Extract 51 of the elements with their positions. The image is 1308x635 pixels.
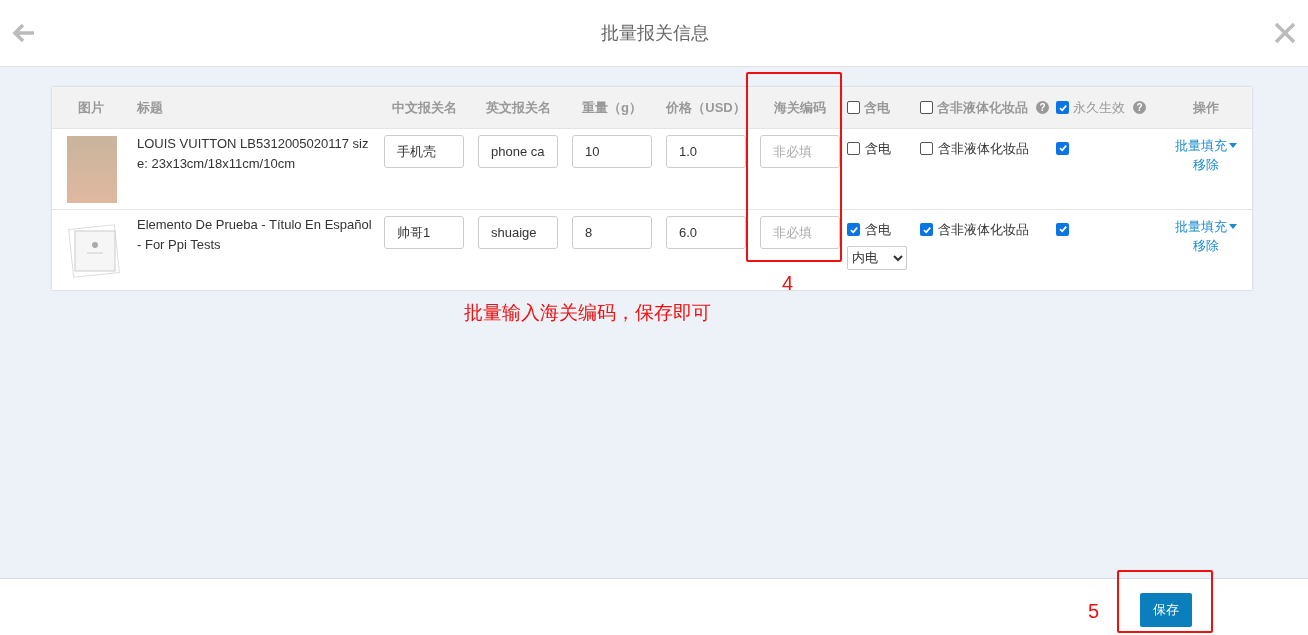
column-header: 海关编码 [774,99,826,115]
checkbox[interactable] [920,223,933,237]
help-icon: ? [1036,101,1049,114]
column-header: 标题 [137,99,163,115]
annotation-number: 5 [1088,599,1100,624]
input-field[interactable]: 非必填 [760,216,840,249]
dialog-title: 批量报关信息 [601,21,709,45]
input-field[interactable]: shuaige [478,216,558,249]
save-button[interactable]: 保存 [1140,593,1192,627]
caret-icon [1229,224,1237,229]
column-header: 操作 [1193,99,1219,115]
checkbox[interactable] [847,223,860,237]
column-header: 英文报关名 [485,99,551,115]
caret-icon [1229,143,1237,148]
input-field[interactable]: 手机壳 [384,135,464,168]
help-icon: ? [1133,101,1146,114]
input-field[interactable]: 6.0 [666,216,746,249]
annotation-number: 4 [782,271,794,296]
column-header: 永久生效 [1073,98,1125,117]
checkbox[interactable] [1056,141,1069,155]
checkbox-label: 含电 [865,140,891,158]
batch-fill-dropdown[interactable]: 批量填充 [1175,136,1237,155]
remove-link[interactable]: 移除 [1193,236,1219,255]
product-title: LOUIS VUITTON LB5312005020117 size: 23x13cm/18x11cm/10cm [137,135,370,173]
input-field[interactable]: 非必填 [760,135,840,168]
battery-type-select[interactable]: 内电 [847,245,907,270]
checkbox-label: 含非液体化妆品 [938,221,1029,239]
batch-fill-dropdown[interactable]: 批量填充 [1175,217,1237,236]
checkbox-label: 含电 [865,221,891,239]
checkbox[interactable] [1056,101,1069,114]
checkbox[interactable] [847,101,860,114]
column-header: 中文报关名 [391,99,457,115]
input-field[interactable]: 10 [572,135,652,168]
photo-placeholder [67,136,117,203]
column-header: 图片 [78,99,104,115]
product-title: Elemento De Prueba - Título En Español - For Ppi Tests [137,216,373,254]
column-header: 重量（g） [582,99,642,115]
checkbox[interactable] [1056,222,1069,236]
input-field[interactable]: phone ca [478,135,558,168]
annotation-note: 批量输入海关编码，保存即可 [464,301,711,325]
column-header: 含电 [864,98,890,117]
checkbox[interactable] [920,142,933,156]
input-field[interactable]: 8 [572,216,652,249]
input-field[interactable]: 1.0 [666,135,746,168]
checkbox[interactable] [920,101,933,114]
column-header: 价格（USD） [666,99,746,115]
checkbox[interactable] [847,142,860,156]
remove-link[interactable]: 移除 [1193,155,1219,174]
input-field[interactable]: 帅哥1 [384,216,464,249]
checkbox-label: 含非液体化妆品 [938,140,1029,158]
column-header: 含非液体化妆品 [937,98,1028,117]
